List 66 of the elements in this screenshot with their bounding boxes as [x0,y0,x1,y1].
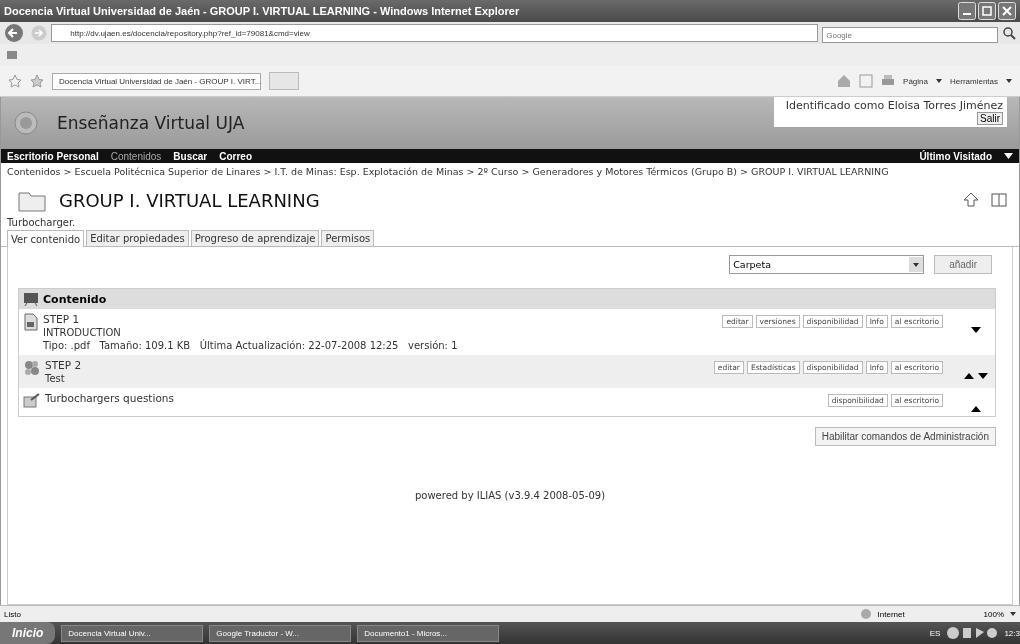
item-subtitle: INTRODUCTION [43,327,122,338]
item-subtitle: Test [45,373,66,384]
browser-tab[interactable]: Docencia Virtual Universidad de Jaén - GROUP I. VIRT... [52,72,261,90]
move-up-icon[interactable] [971,406,981,412]
tab[interactable]: Progreso de aprendizaje [190,230,320,246]
search-field[interactable]: Google [822,27,999,44]
language-indicator[interactable]: ES [929,628,941,638]
nav-link[interactable]: Buscar [173,150,208,162]
item-properties: Tipo: .pdf Tamaño: 109.1 KB Última Actualización: 22-07-2008 12:25 versión: 1 [43,340,459,351]
footer-text: powered by ILIAS (v3.9.4 2008-05-09) [413,490,607,501]
maximize-button[interactable] [978,2,996,20]
tray-icons-drawing [946,626,999,640]
move-down-icon[interactable] [971,327,981,333]
nav-link[interactable]: Escritorio Personal [7,150,99,162]
logout-button[interactable]: Salir [977,112,1003,125]
zone-label: Internet [877,609,906,619]
panel-icon[interactable] [991,193,1007,207]
address-field[interactable]: http://dv.ujaen.es/docencia/repository.php?ref_id=79081&cmd=view [51,24,819,42]
caret-icon[interactable] [936,79,942,83]
survey-icon [23,392,41,408]
page-title: GROUP I. VIRTUAL LEARNING [59,189,320,211]
container-icon [23,291,39,307]
taskbar-button[interactable]: Docencia Virtual Univ... [61,624,204,642]
tab[interactable]: Permisos [321,230,375,246]
seal-icon [13,110,39,136]
star-icon[interactable] [30,74,44,88]
window-title: Docencia Virtual Universidad de Jaén - GROUP I. VIRTUAL LEARNING - Windows Internet Explorer [4,5,521,17]
last-visited-menu[interactable]: Último Visitado [919,150,992,162]
nav-link[interactable]: Contenidos [110,150,162,162]
back-icon[interactable] [4,23,26,43]
item-title-link[interactable]: STEP 2 [45,359,710,371]
item-title-link[interactable]: STEP 1 [43,313,719,325]
minimize-button[interactable] [958,2,976,20]
file-icon [23,313,39,331]
taskbar-button[interactable]: Google Traductor - W... [209,624,352,642]
item-title-link[interactable]: Turbochargers questions [45,392,824,404]
clock: 12:3 [1004,628,1020,638]
status-text: Listo [4,609,21,619]
tab[interactable]: Ver contenido [7,230,85,247]
breadcrumb: Contenidos > Escuela Politécnica Superior de Linares > I.T. de Minas: Esp. Explotación de Minas > 2º Curso > Generadores y Motores Térmicos (Grupo B) > GROUP I. VIRTUAL LEARNING [6,165,890,179]
command-menu[interactable]: Página [903,76,928,86]
user-label: Identificado como Eloisa Torres Jiménez [785,99,1003,112]
command-menu[interactable]: Herramientas [950,76,998,86]
printer-icon[interactable] [881,74,896,88]
tab[interactable]: Editar propiedades [86,230,189,246]
page-description: Turbocharger. [6,217,77,230]
site-title: Enseñanza Virtual UJA [57,113,245,133]
nav-link[interactable]: Correo [219,150,252,162]
add-button[interactable]: añadir [934,255,992,274]
move-up-icon[interactable] [964,373,974,379]
search-icon[interactable] [1002,26,1016,40]
list-header-title: Contenido [43,292,107,306]
admin-commands-button[interactable]: Habilitar comandos de Administración [814,427,996,446]
move-down-icon[interactable] [978,373,988,379]
close-button[interactable] [998,2,1016,20]
toolbar-icon[interactable] [6,49,20,61]
caret-icon[interactable] [1006,79,1012,83]
caret-icon[interactable] [1004,153,1013,159]
start-button[interactable]: Inicio [0,622,56,644]
taskbar-button[interactable]: Documento1 - Micros... [357,624,500,642]
dropdown-caret-icon[interactable] [909,257,924,272]
caret-icon[interactable] [1010,612,1016,616]
type-dropdown[interactable]: Carpeta [729,255,925,274]
star-icon[interactable] [8,74,22,88]
up-arrow-icon[interactable] [963,192,979,208]
zoom-control[interactable]: 100% [983,609,1004,619]
